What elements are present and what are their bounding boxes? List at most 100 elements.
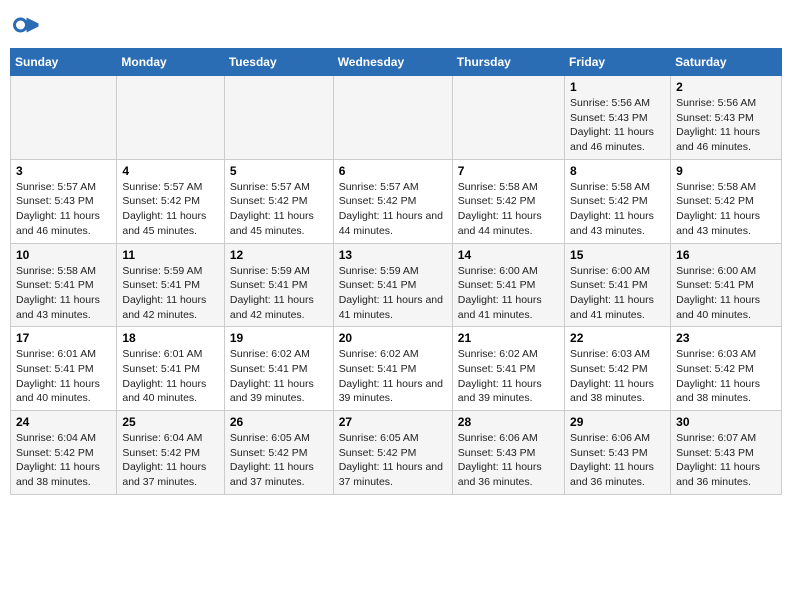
day-info: Sunrise: 6:05 AM Sunset: 5:42 PM Dayligh… bbox=[339, 431, 447, 490]
calendar-table: SundayMondayTuesdayWednesdayThursdayFrid… bbox=[10, 48, 782, 495]
day-number: 1 bbox=[570, 80, 665, 94]
day-number: 20 bbox=[339, 331, 447, 345]
calendar-cell: 9 Sunrise: 5:58 AM Sunset: 5:42 PM Daylig… bbox=[671, 159, 782, 243]
day-info: Sunrise: 6:05 AM Sunset: 5:42 PM Dayligh… bbox=[230, 431, 328, 490]
day-number: 15 bbox=[570, 248, 665, 262]
calendar-cell: 29 Sunrise: 6:06 AM Sunset: 5:43 PM Dayli… bbox=[565, 411, 671, 495]
calendar-cell: 2 Sunrise: 5:56 AM Sunset: 5:43 PM Daylig… bbox=[671, 76, 782, 160]
calendar-cell: 12 Sunrise: 5:59 AM Sunset: 5:41 PM Dayli… bbox=[224, 243, 333, 327]
day-number: 28 bbox=[458, 415, 559, 429]
day-number: 5 bbox=[230, 164, 328, 178]
calendar-cell: 14 Sunrise: 6:00 AM Sunset: 5:41 PM Dayli… bbox=[452, 243, 564, 327]
day-number: 23 bbox=[676, 331, 776, 345]
day-number: 11 bbox=[122, 248, 218, 262]
day-number: 17 bbox=[16, 331, 111, 345]
day-info: Sunrise: 5:58 AM Sunset: 5:42 PM Dayligh… bbox=[458, 180, 559, 239]
calendar-week-row: 17 Sunrise: 6:01 AM Sunset: 5:41 PM Dayli… bbox=[11, 327, 782, 411]
header-wednesday: Wednesday bbox=[333, 49, 452, 76]
calendar-header-row: SundayMondayTuesdayWednesdayThursdayFrid… bbox=[11, 49, 782, 76]
day-info: Sunrise: 5:58 AM Sunset: 5:41 PM Dayligh… bbox=[16, 264, 111, 323]
day-number: 3 bbox=[16, 164, 111, 178]
calendar-cell: 3 Sunrise: 5:57 AM Sunset: 5:43 PM Daylig… bbox=[11, 159, 117, 243]
page-header bbox=[10, 10, 782, 40]
day-info: Sunrise: 6:01 AM Sunset: 5:41 PM Dayligh… bbox=[16, 347, 111, 406]
day-info: Sunrise: 5:59 AM Sunset: 5:41 PM Dayligh… bbox=[122, 264, 218, 323]
calendar-cell: 8 Sunrise: 5:58 AM Sunset: 5:42 PM Daylig… bbox=[565, 159, 671, 243]
day-number: 4 bbox=[122, 164, 218, 178]
day-number: 29 bbox=[570, 415, 665, 429]
calendar-cell bbox=[11, 76, 117, 160]
day-info: Sunrise: 6:00 AM Sunset: 5:41 PM Dayligh… bbox=[676, 264, 776, 323]
day-info: Sunrise: 6:04 AM Sunset: 5:42 PM Dayligh… bbox=[16, 431, 111, 490]
calendar-cell: 25 Sunrise: 6:04 AM Sunset: 5:42 PM Dayli… bbox=[117, 411, 224, 495]
day-info: Sunrise: 5:57 AM Sunset: 5:42 PM Dayligh… bbox=[339, 180, 447, 239]
day-number: 25 bbox=[122, 415, 218, 429]
header-tuesday: Tuesday bbox=[224, 49, 333, 76]
day-info: Sunrise: 5:59 AM Sunset: 5:41 PM Dayligh… bbox=[339, 264, 447, 323]
day-info: Sunrise: 6:01 AM Sunset: 5:41 PM Dayligh… bbox=[122, 347, 218, 406]
calendar-cell: 28 Sunrise: 6:06 AM Sunset: 5:43 PM Dayli… bbox=[452, 411, 564, 495]
calendar-week-row: 3 Sunrise: 5:57 AM Sunset: 5:43 PM Daylig… bbox=[11, 159, 782, 243]
day-info: Sunrise: 6:02 AM Sunset: 5:41 PM Dayligh… bbox=[339, 347, 447, 406]
day-number: 8 bbox=[570, 164, 665, 178]
day-info: Sunrise: 6:04 AM Sunset: 5:42 PM Dayligh… bbox=[122, 431, 218, 490]
calendar-cell: 22Sunrise: 6:03 AM Sunset: 5:42 PM Dayli… bbox=[565, 327, 671, 411]
header-sunday: Sunday bbox=[11, 49, 117, 76]
calendar-cell: 18 Sunrise: 6:01 AM Sunset: 5:41 PM Dayli… bbox=[117, 327, 224, 411]
calendar-cell: 6 Sunrise: 5:57 AM Sunset: 5:42 PM Daylig… bbox=[333, 159, 452, 243]
day-number: 16 bbox=[676, 248, 776, 262]
calendar-cell: 4Sunrise: 5:57 AM Sunset: 5:42 PM Daylig… bbox=[117, 159, 224, 243]
day-info: Sunrise: 6:06 AM Sunset: 5:43 PM Dayligh… bbox=[458, 431, 559, 490]
day-number: 19 bbox=[230, 331, 328, 345]
calendar-cell: 23 Sunrise: 6:03 AM Sunset: 5:42 PM Dayli… bbox=[671, 327, 782, 411]
day-number: 13 bbox=[339, 248, 447, 262]
day-number: 30 bbox=[676, 415, 776, 429]
day-info: Sunrise: 5:57 AM Sunset: 5:42 PM Dayligh… bbox=[230, 180, 328, 239]
day-info: Sunrise: 6:03 AM Sunset: 5:42 PM Dayligh… bbox=[570, 347, 665, 406]
day-info: Sunrise: 6:00 AM Sunset: 5:41 PM Dayligh… bbox=[570, 264, 665, 323]
calendar-week-row: 24 Sunrise: 6:04 AM Sunset: 5:42 PM Dayli… bbox=[11, 411, 782, 495]
calendar-cell bbox=[452, 76, 564, 160]
day-number: 2 bbox=[676, 80, 776, 94]
day-number: 6 bbox=[339, 164, 447, 178]
day-number: 26 bbox=[230, 415, 328, 429]
calendar-cell: 24 Sunrise: 6:04 AM Sunset: 5:42 PM Dayli… bbox=[11, 411, 117, 495]
calendar-cell: 16 Sunrise: 6:00 AM Sunset: 5:41 PM Dayli… bbox=[671, 243, 782, 327]
calendar-cell: 1 Sunrise: 5:56 AM Sunset: 5:43 PM Daylig… bbox=[565, 76, 671, 160]
calendar-cell: 19Sunrise: 6:02 AM Sunset: 5:41 PM Dayli… bbox=[224, 327, 333, 411]
day-info: Sunrise: 5:56 AM Sunset: 5:43 PM Dayligh… bbox=[676, 96, 776, 155]
calendar-cell bbox=[333, 76, 452, 160]
day-number: 14 bbox=[458, 248, 559, 262]
day-number: 18 bbox=[122, 331, 218, 345]
header-thursday: Thursday bbox=[452, 49, 564, 76]
day-info: Sunrise: 6:00 AM Sunset: 5:41 PM Dayligh… bbox=[458, 264, 559, 323]
calendar-cell: 7Sunrise: 5:58 AM Sunset: 5:42 PM Daylig… bbox=[452, 159, 564, 243]
day-info: Sunrise: 5:58 AM Sunset: 5:42 PM Dayligh… bbox=[676, 180, 776, 239]
header-saturday: Saturday bbox=[671, 49, 782, 76]
day-number: 21 bbox=[458, 331, 559, 345]
header-friday: Friday bbox=[565, 49, 671, 76]
calendar-cell: 13 Sunrise: 5:59 AM Sunset: 5:41 PM Dayli… bbox=[333, 243, 452, 327]
calendar-cell bbox=[224, 76, 333, 160]
calendar-week-row: 10 Sunrise: 5:58 AM Sunset: 5:41 PM Dayli… bbox=[11, 243, 782, 327]
logo-icon bbox=[10, 10, 40, 40]
calendar-cell: 21Sunrise: 6:02 AM Sunset: 5:41 PM Dayli… bbox=[452, 327, 564, 411]
day-number: 10 bbox=[16, 248, 111, 262]
day-info: Sunrise: 6:06 AM Sunset: 5:43 PM Dayligh… bbox=[570, 431, 665, 490]
day-number: 24 bbox=[16, 415, 111, 429]
day-info: Sunrise: 5:57 AM Sunset: 5:43 PM Dayligh… bbox=[16, 180, 111, 239]
day-number: 12 bbox=[230, 248, 328, 262]
calendar-cell: 27 Sunrise: 6:05 AM Sunset: 5:42 PM Dayli… bbox=[333, 411, 452, 495]
day-info: Sunrise: 6:03 AM Sunset: 5:42 PM Dayligh… bbox=[676, 347, 776, 406]
header-monday: Monday bbox=[117, 49, 224, 76]
day-info: Sunrise: 5:56 AM Sunset: 5:43 PM Dayligh… bbox=[570, 96, 665, 155]
day-info: Sunrise: 5:59 AM Sunset: 5:41 PM Dayligh… bbox=[230, 264, 328, 323]
calendar-cell: 20 Sunrise: 6:02 AM Sunset: 5:41 PM Dayli… bbox=[333, 327, 452, 411]
day-number: 27 bbox=[339, 415, 447, 429]
calendar-cell: 30 Sunrise: 6:07 AM Sunset: 5:43 PM Dayli… bbox=[671, 411, 782, 495]
day-info: Sunrise: 6:07 AM Sunset: 5:43 PM Dayligh… bbox=[676, 431, 776, 490]
logo bbox=[10, 10, 44, 40]
day-info: Sunrise: 5:58 AM Sunset: 5:42 PM Dayligh… bbox=[570, 180, 665, 239]
calendar-cell: 15 Sunrise: 6:00 AM Sunset: 5:41 PM Dayli… bbox=[565, 243, 671, 327]
day-number: 9 bbox=[676, 164, 776, 178]
